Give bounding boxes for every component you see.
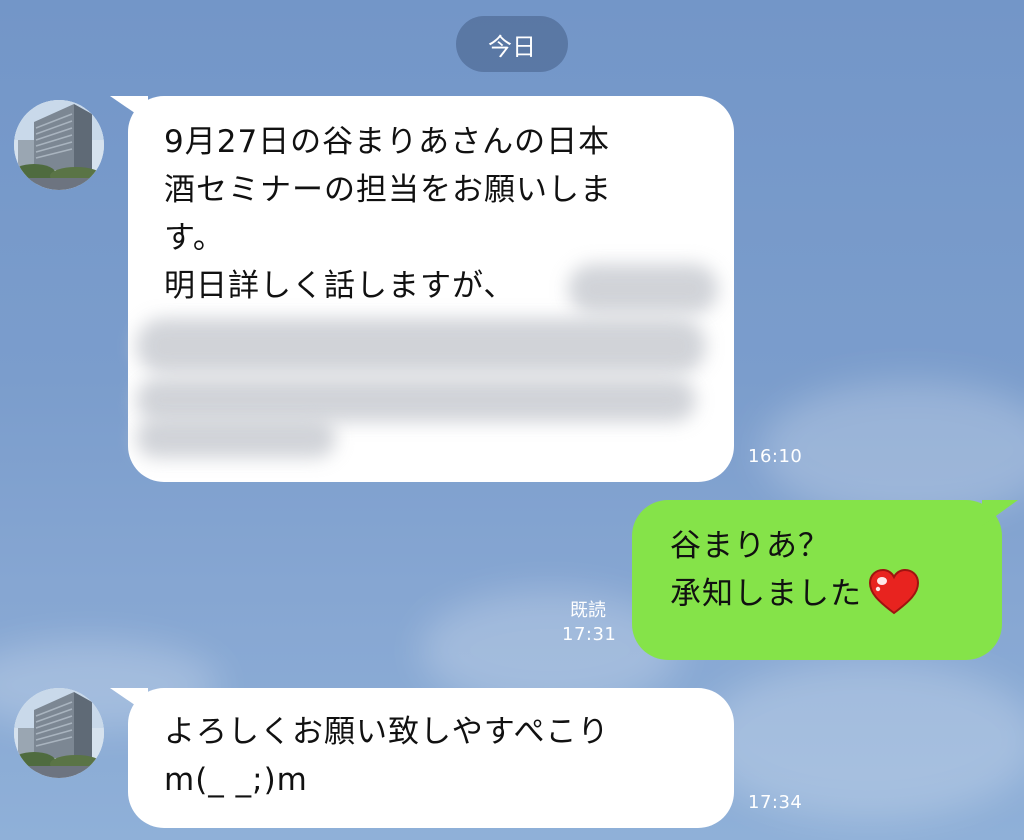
bubble-tail xyxy=(982,500,1018,526)
sender-avatar[interactable] xyxy=(14,100,104,190)
message-timestamp: 17:31 xyxy=(562,624,617,645)
message-text-line: よろしくお願い致しやすぺこり xyxy=(164,714,610,750)
date-divider: 今日 xyxy=(456,16,568,72)
message-bubble-incoming[interactable]: よろしくお願い致しやすぺこり m(_ _;)m xyxy=(110,688,734,828)
message-text-line: 承知しました xyxy=(670,568,982,619)
building-avatar-image xyxy=(14,688,104,778)
sender-avatar[interactable] xyxy=(14,688,104,778)
message-bubble-incoming[interactable]: 9月27日の谷まりあさんの日本 酒セミナーの担当をお願いしま す。 明日詳しく話… xyxy=(110,96,734,482)
message-text: 承知しました xyxy=(670,576,862,612)
bubble-tail xyxy=(110,688,148,714)
read-receipt: 既読 xyxy=(570,600,606,621)
message-text-line: 酒セミナーの担当をお願いしま xyxy=(164,172,612,208)
redacted-text-blur xyxy=(136,418,336,458)
message-text-line: 谷まりあ？ xyxy=(670,528,830,564)
heart-icon xyxy=(868,568,920,615)
building-avatar-image xyxy=(14,100,104,190)
bubble-tail xyxy=(110,96,148,122)
redacted-text-blur xyxy=(568,264,718,314)
redacted-text-blur xyxy=(136,378,696,422)
message-text-line: 9月27日の谷まりあさんの日本 xyxy=(164,124,611,160)
message-timestamp: 16:10 xyxy=(748,446,803,467)
message-text-line: す。 xyxy=(164,220,225,256)
message-bubble-outgoing[interactable]: 谷まりあ？ 承知しました xyxy=(632,500,1018,660)
message-text-line: m(_ _;)m xyxy=(164,762,308,798)
chat-screen: { "date_divider": "今日", "messages": [ { … xyxy=(0,0,1024,840)
redacted-text-blur xyxy=(136,318,706,374)
message-timestamp: 17:34 xyxy=(748,792,803,813)
